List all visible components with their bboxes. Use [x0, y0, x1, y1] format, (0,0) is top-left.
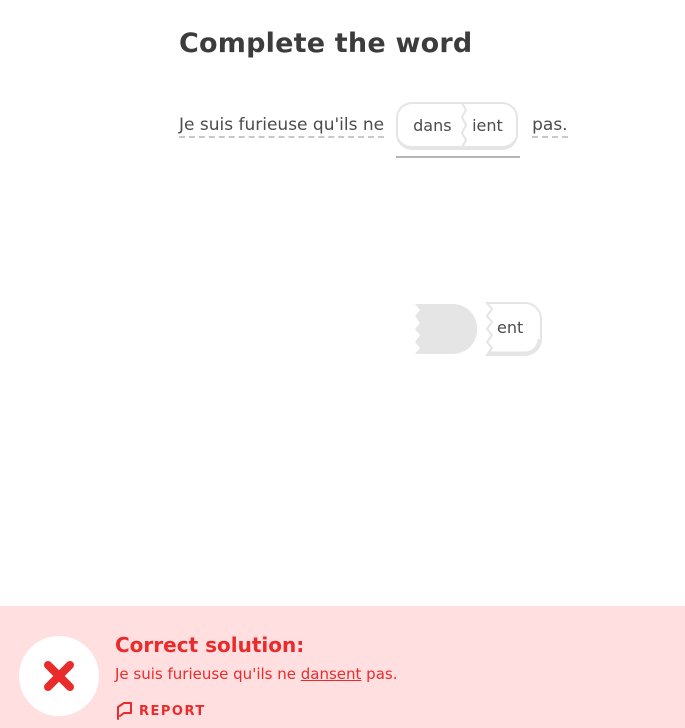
answer-token[interactable]: dans ient	[396, 102, 519, 150]
answer-token-part1: dans	[413, 115, 452, 135]
solution-suffix: pas.	[361, 665, 398, 683]
sentence-suffix[interactable]: pas.	[532, 115, 568, 138]
flag-icon	[117, 702, 132, 720]
puzzle-seam-icon	[460, 103, 468, 147]
word-bank: ent	[415, 302, 545, 356]
answer-slot: dans ient	[396, 102, 521, 158]
report-label: REPORT	[139, 703, 206, 719]
lesson-page: Complete the word Je suis furieuse qu'il…	[0, 0, 685, 728]
correct-solution-text: Je suis furieuse qu'ils ne dansent pas.	[115, 665, 397, 683]
status-badge	[19, 636, 99, 716]
report-button[interactable]: REPORT	[116, 702, 206, 720]
page-title: Complete the word	[179, 28, 473, 59]
feedback-heading: Correct solution:	[115, 633, 305, 657]
feedback-panel: Correct solution: Je suis furieuse qu'il…	[0, 606, 685, 728]
solution-highlight: dansent	[300, 665, 362, 683]
used-token-placeholder	[415, 304, 477, 354]
solution-prefix: Je suis furieuse qu'ils ne	[115, 665, 301, 683]
close-icon	[44, 661, 74, 691]
answer-token-part2: ient	[472, 115, 503, 135]
challenge-sentence: Je suis furieuse qu'ils ne dans ient pas…	[179, 102, 568, 158]
sentence-prefix[interactable]: Je suis furieuse qu'ils ne	[179, 115, 385, 138]
word-bank-token-label: ent	[497, 318, 524, 337]
